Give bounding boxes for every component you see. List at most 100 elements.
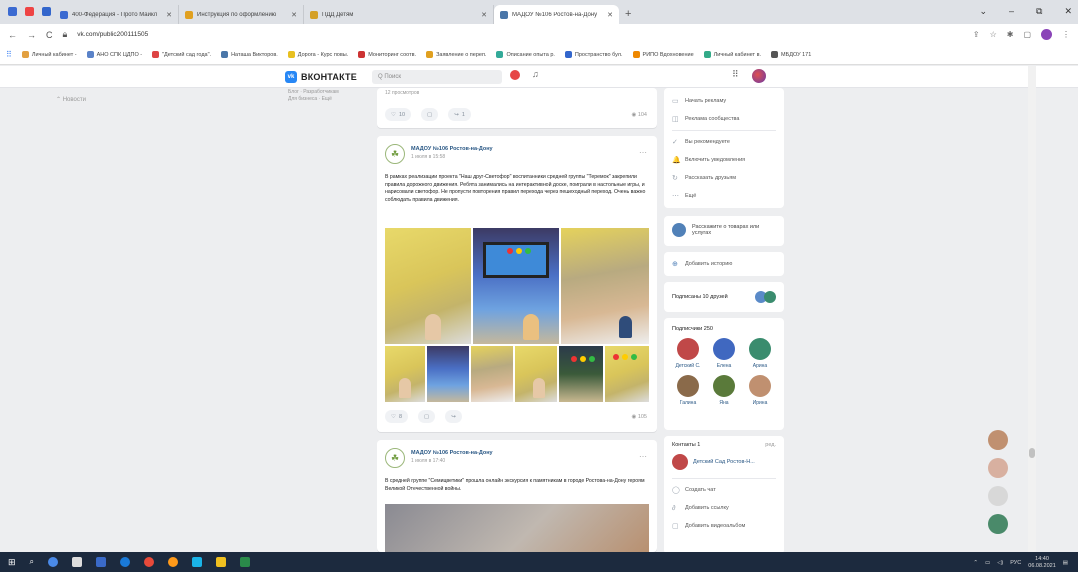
menu-tell-friends[interactable]: ↻ Рассказать друзьям [664,169,784,187]
pinned-tab-icon[interactable] [25,7,34,16]
post-author[interactable]: МАДОУ №106 Ростов-на-Дону [411,146,493,152]
vk-logo[interactable]: vk ВКОНТАКТЕ [285,71,357,83]
forward-button[interactable]: → [27,30,36,40]
subscriber[interactable]: Детский С. [670,338,706,369]
community-avatar[interactable]: ☘ [385,144,405,164]
close-tab-icon[interactable]: ✕ [291,11,297,19]
edge-icon[interactable] [120,557,131,567]
community-avatar[interactable]: ☘ [385,448,405,468]
more-icon[interactable]: ⋯ [639,452,647,461]
gallery-photo[interactable] [385,228,471,344]
contact-item[interactable]: Детский Сад Ростов-Н... [664,448,784,476]
gallery-photo[interactable] [561,228,649,344]
apps-grid-icon[interactable]: ⠿ [732,69,739,80]
yandex-icon[interactable] [144,557,155,567]
menu-notifications[interactable]: 🔔 Включить уведомления [664,151,784,169]
gallery-photo[interactable] [471,346,513,402]
maximize-button[interactable]: ⧉ [1036,6,1042,17]
notifications-icon[interactable]: ▤ [1063,560,1068,566]
bookmark-item[interactable]: "Детский сад года". [152,51,211,58]
gallery-photo[interactable] [515,346,557,402]
back-button[interactable]: ← [8,30,17,40]
bookmark-item[interactable]: РИПО Вдохновение [632,51,694,58]
footer-link[interactable]: Для бизнеса · Ещё [288,96,339,103]
bookmark-item[interactable]: Наташа Викторов. [221,51,278,58]
pinned-tab-icon[interactable] [42,7,51,16]
search-icon[interactable]: ⌕ [30,557,34,567]
scrollbar-thumb[interactable] [1029,448,1035,458]
page-scrollbar[interactable] [1028,66,1036,552]
menu-start-ads[interactable]: ▭ Начать рекламу [664,92,784,110]
notifications-icon[interactable] [510,70,520,80]
user-avatar[interactable] [752,69,766,83]
contacts-edit-link[interactable]: ред. [765,442,776,448]
add-story-box[interactable]: ⊕ Добавить историю [664,252,784,276]
language-indicator[interactable]: РУС [1010,560,1021,566]
gallery-photo[interactable] [427,346,469,402]
chat-avatar[interactable] [988,458,1008,478]
contacts-title[interactable]: Контакты 1 [672,442,700,448]
mail-icon[interactable] [96,557,107,567]
add-video-album-button[interactable]: ▢ Добавить видеоальбом [664,517,784,535]
chat-avatar[interactable] [988,486,1008,506]
menu-icon[interactable]: ⋮ [1062,30,1070,39]
tray-arrow-icon[interactable]: ⌃ [973,560,978,566]
close-tab-icon[interactable]: ✕ [607,11,613,19]
pinned-tab-icon[interactable] [8,7,17,16]
close-window-button[interactable]: ✕ [1064,6,1072,17]
network-icon[interactable]: ▭ [985,560,990,566]
post-photo[interactable] [385,504,649,552]
comment-button[interactable]: ▢ [421,108,439,121]
bookmark-item[interactable]: Описание опыта р. [496,51,555,58]
menu-more[interactable]: ⋯ Ещё [664,187,784,205]
bookmark-item[interactable]: Мониторинг соотв. [358,51,416,58]
subscriber[interactable]: Елена [706,338,742,369]
gallery-photo[interactable] [473,228,559,344]
browser-tab[interactable]: Инструкция по оформлению ✕ [179,5,304,24]
close-tab-icon[interactable]: ✕ [481,11,487,19]
subscriber[interactable]: Галина [670,375,706,406]
chat-avatar[interactable] [988,514,1008,534]
like-button[interactable]: ♡ 8 [385,410,408,423]
windows-start-icon[interactable]: ⊞ [8,557,16,568]
post-date[interactable]: 1 июля в 15:58 [411,154,493,160]
menu-community-ads[interactable]: ◫ Реклама сообщества [664,110,784,128]
browser-tab-active[interactable]: МАДОУ №106 Ростов-на-Дону ✕ [494,5,619,24]
minimize-button[interactable]: – [1009,6,1014,17]
sidebar-icon[interactable]: ▢ [1023,30,1031,39]
bookmark-item[interactable]: Дорога - Курс повы. [287,51,348,58]
bookmark-item[interactable]: АНО СПК ЦДПО - [86,51,142,58]
share-button[interactable]: ↪ [445,410,462,423]
tab-search-icon[interactable]: ⌄ [979,6,987,17]
create-chat-button[interactable]: ◯ Создать чат [664,481,784,499]
like-button[interactable]: ♡ 10 [385,108,412,121]
gallery-photo[interactable] [385,346,425,402]
app-icon[interactable] [240,557,251,567]
share-icon[interactable]: ⇪ [973,30,980,39]
reload-button[interactable]: C [46,30,53,40]
profile-avatar[interactable] [1041,29,1052,40]
explorer-icon[interactable] [216,557,227,567]
url-input[interactable]: vk.com/public200111505 [77,31,963,38]
bookmark-item[interactable]: Заявление о переп. [426,51,486,58]
chat-avatar[interactable] [988,430,1008,450]
footer-link[interactable]: Блог · Разработчикам [288,89,339,96]
gallery-photo[interactable] [605,346,649,402]
photos-icon[interactable] [192,557,203,567]
subscriber[interactable]: Ирина [742,375,778,406]
bookmark-item[interactable]: Пространство бул. [564,51,623,58]
music-icon[interactable]: ♫ [532,69,539,79]
search-input[interactable]: Q Поиск [372,70,502,84]
chrome-icon[interactable] [168,557,179,567]
new-tab-button[interactable]: + [625,8,631,24]
browser-tab[interactable]: 400-Федерация - Прото Майкл ✕ [54,5,179,24]
left-nav-news[interactable]: ⌃ Новости [56,96,86,103]
more-icon[interactable]: ⋯ [639,148,647,157]
star-icon[interactable]: ☆ [990,30,997,39]
volume-icon[interactable]: ◁) [997,560,1003,566]
apps-icon[interactable]: ⠿ [6,50,12,59]
browser-tab[interactable]: ПДД Детям ✕ [304,5,494,24]
subscriber[interactable]: Яна [706,375,742,406]
share-button[interactable]: ↪ 1 [448,108,471,121]
subscribers-title[interactable]: Подписчики 250 [664,318,784,332]
